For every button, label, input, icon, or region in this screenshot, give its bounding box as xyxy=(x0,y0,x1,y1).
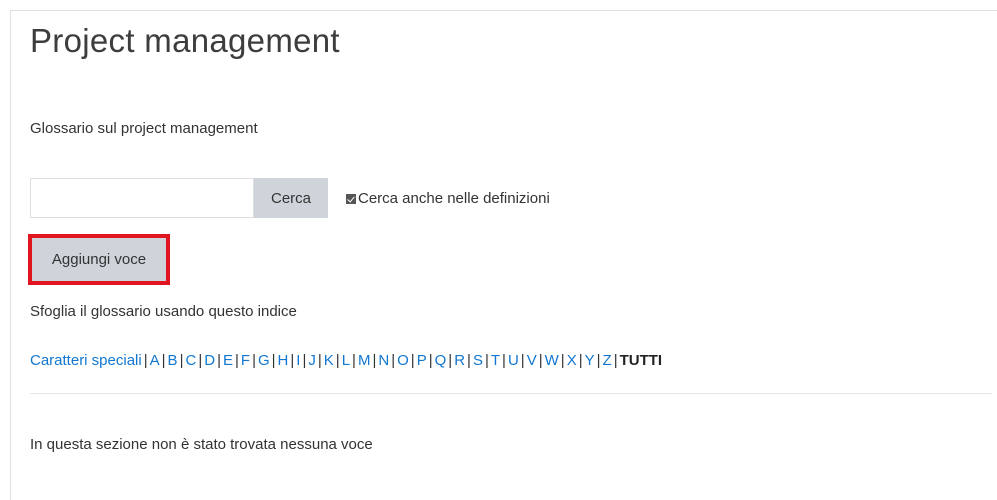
full-search-label: Cerca anche nelle definizioni xyxy=(358,190,550,207)
index-link-c[interactable]: C xyxy=(185,352,196,369)
index-link-n[interactable]: N xyxy=(378,352,389,369)
index-separator: | xyxy=(596,352,601,369)
index-separator: | xyxy=(484,352,489,369)
index-separator: | xyxy=(217,352,221,369)
index-link-w[interactable]: W xyxy=(545,352,559,369)
index-link-special[interactable]: Caratteri speciali xyxy=(30,352,142,369)
index-link-l[interactable]: L xyxy=(342,352,350,369)
index-link-f[interactable]: F xyxy=(241,352,250,369)
index-link-v[interactable]: V xyxy=(527,352,537,369)
index-link-all: TUTTI xyxy=(619,352,663,369)
search-button[interactable]: Cerca xyxy=(254,178,328,218)
index-separator: | xyxy=(352,352,356,369)
index-link-d[interactable]: D xyxy=(204,352,215,369)
alphabet-index: Caratteri speciali | A | B | C | D | E | F | G | H | I | J | K… xyxy=(30,352,662,369)
index-link-r[interactable]: R xyxy=(454,352,465,369)
index-link-s[interactable]: S xyxy=(473,352,483,369)
index-separator: | xyxy=(252,352,256,369)
empty-results-message: In questa sezione non è stato trovata ne… xyxy=(30,436,373,453)
index-link-a[interactable]: A xyxy=(150,352,160,369)
glossary-page: Project management Glossario sul project… xyxy=(0,0,997,500)
index-link-g[interactable]: G xyxy=(258,352,270,369)
index-separator: | xyxy=(391,352,396,369)
index-link-x[interactable]: X xyxy=(567,352,577,369)
index-separator: | xyxy=(410,352,415,369)
index-separator: | xyxy=(317,352,322,369)
index-separator: | xyxy=(502,352,506,369)
index-link-u[interactable]: U xyxy=(508,352,519,369)
full-search-option[interactable]: Cerca anche nelle definizioni xyxy=(346,190,550,207)
index-separator: | xyxy=(613,352,618,369)
index-link-z[interactable]: Z xyxy=(603,352,612,369)
full-search-checkbox[interactable] xyxy=(346,193,356,204)
index-link-t[interactable]: T xyxy=(491,352,500,369)
index-separator: | xyxy=(335,352,340,369)
index-separator: | xyxy=(578,352,583,369)
index-link-o[interactable]: O xyxy=(397,352,409,369)
index-link-e[interactable]: E xyxy=(223,352,233,369)
search-input[interactable] xyxy=(30,178,254,218)
add-entry-button[interactable]: Aggiungi voce xyxy=(32,238,166,281)
index-separator: | xyxy=(428,352,433,369)
index-link-y[interactable]: Y xyxy=(585,352,595,369)
index-separator: | xyxy=(520,352,525,369)
index-separator: | xyxy=(560,352,565,369)
index-separator: | xyxy=(538,352,543,369)
index-link-j[interactable]: J xyxy=(308,352,316,369)
index-link-h[interactable]: H xyxy=(278,352,289,369)
index-separator: | xyxy=(467,352,471,369)
index-separator: | xyxy=(234,352,239,369)
content-border-top xyxy=(10,10,997,11)
index-link-p[interactable]: P xyxy=(417,352,427,369)
index-separator: | xyxy=(448,352,453,369)
browse-index-label: Sfoglia il glossario usando questo indic… xyxy=(30,303,297,320)
section-divider xyxy=(30,393,992,394)
content-border-left xyxy=(10,10,11,500)
page-title: Project management xyxy=(30,22,340,59)
index-link-b[interactable]: B xyxy=(168,352,178,369)
index-separator: | xyxy=(143,352,148,369)
index-link-q[interactable]: Q xyxy=(435,352,447,369)
index-link-k[interactable]: K xyxy=(324,352,334,369)
index-separator: | xyxy=(161,352,166,369)
index-separator: | xyxy=(271,352,276,369)
glossary-intro: Glossario sul project management xyxy=(30,120,258,137)
index-link-m[interactable]: M xyxy=(358,352,371,369)
